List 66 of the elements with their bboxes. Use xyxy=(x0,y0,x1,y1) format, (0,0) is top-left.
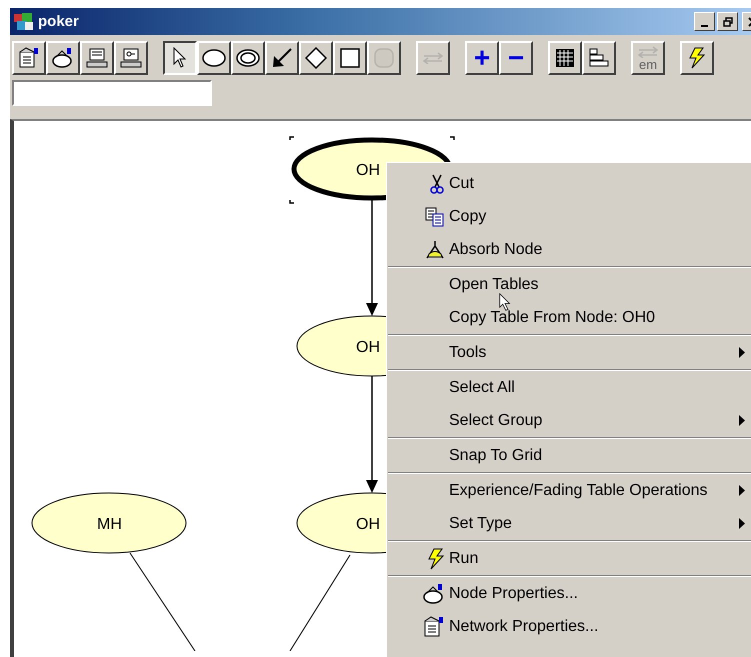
menu-item-label: Run xyxy=(449,550,478,568)
node-properties-icon xyxy=(52,47,74,69)
network-properties-icon xyxy=(18,47,40,69)
blocks-icon xyxy=(589,48,609,68)
menu-item[interactable]: Node Properties... xyxy=(387,577,751,610)
arrow-icon xyxy=(272,48,292,68)
app-icon xyxy=(13,12,35,32)
menu-item-label: Copy xyxy=(449,208,486,226)
menu-item[interactable]: Copy xyxy=(387,200,751,233)
menu-item-label: Tools xyxy=(449,344,486,362)
diamond-icon xyxy=(305,47,327,69)
menu-item[interactable]: Absorb Node xyxy=(387,233,751,266)
window-title: poker xyxy=(38,13,79,30)
toolbar-button[interactable] xyxy=(163,41,197,75)
double-ellipse-icon xyxy=(236,49,260,67)
square-icon xyxy=(340,48,360,68)
node-label: OH xyxy=(356,162,380,179)
pointer-icon xyxy=(172,47,188,69)
text-field[interactable] xyxy=(12,80,212,106)
arrows-icon xyxy=(422,52,444,64)
copy-icon xyxy=(425,206,445,226)
menu-item-label: Open Tables xyxy=(449,276,539,294)
node-label: OH xyxy=(356,339,380,356)
menu-item-label: Absorb Node xyxy=(449,240,542,258)
menu-item[interactable]: Tools xyxy=(387,336,751,369)
mouse-pointer-icon xyxy=(499,293,511,311)
minimize-icon xyxy=(701,24,708,26)
menu-item[interactable]: Open Tables xyxy=(387,268,751,301)
menu-item[interactable]: Cut xyxy=(387,167,751,200)
menu-item-label: Node Properties... xyxy=(449,584,578,602)
toolbar-button[interactable]: − xyxy=(499,41,533,75)
menu-item-label: Copy Table From Node: OH0 xyxy=(449,308,656,326)
node-label: MH xyxy=(97,516,122,533)
menu-item-label: Snap To Grid xyxy=(449,446,542,464)
menu-item[interactable]: Select Group xyxy=(387,404,751,437)
restore-button[interactable] xyxy=(717,12,738,31)
scissors-icon xyxy=(429,174,445,194)
menu-item[interactable]: Select All xyxy=(387,371,751,404)
menu-item-label: Select Group xyxy=(449,412,542,430)
node-ellipse[interactable] xyxy=(32,492,186,554)
network-properties-icon xyxy=(423,616,445,638)
menu-item-label: Network Properties... xyxy=(449,618,598,636)
menu-item[interactable]: Run xyxy=(387,542,751,575)
menu-item-label: Select All xyxy=(449,378,515,396)
menu-item[interactable]: Experience/Fading Table Operations xyxy=(387,474,751,507)
ellipse-icon xyxy=(202,49,226,67)
table-icon xyxy=(555,48,575,68)
node-properties-icon xyxy=(423,582,445,604)
monitor-icon xyxy=(120,47,142,69)
menu-item-label: Cut xyxy=(449,174,474,192)
menu-item[interactable]: Set Type xyxy=(387,507,751,540)
node-label: OH xyxy=(356,516,380,533)
arrows-icon xyxy=(637,46,659,58)
menu-item-label: Set Type xyxy=(449,514,512,532)
rounded-square-icon xyxy=(374,48,394,68)
lightning-icon xyxy=(427,548,445,570)
menu-item-label: Experience/Fading Table Operations xyxy=(449,482,708,500)
menu-item[interactable]: Copy Table From Node: OH0 xyxy=(387,301,751,334)
compass-icon xyxy=(425,240,445,260)
computer-icon xyxy=(86,47,108,69)
restore-icon xyxy=(722,16,732,26)
menu-item[interactable]: Snap To Grid xyxy=(387,439,751,472)
menu-item[interactable]: Network Properties... xyxy=(387,610,751,643)
toolbar-button[interactable]: + xyxy=(465,41,499,75)
minimize-button[interactable] xyxy=(694,12,715,31)
lightning-icon xyxy=(688,47,706,69)
